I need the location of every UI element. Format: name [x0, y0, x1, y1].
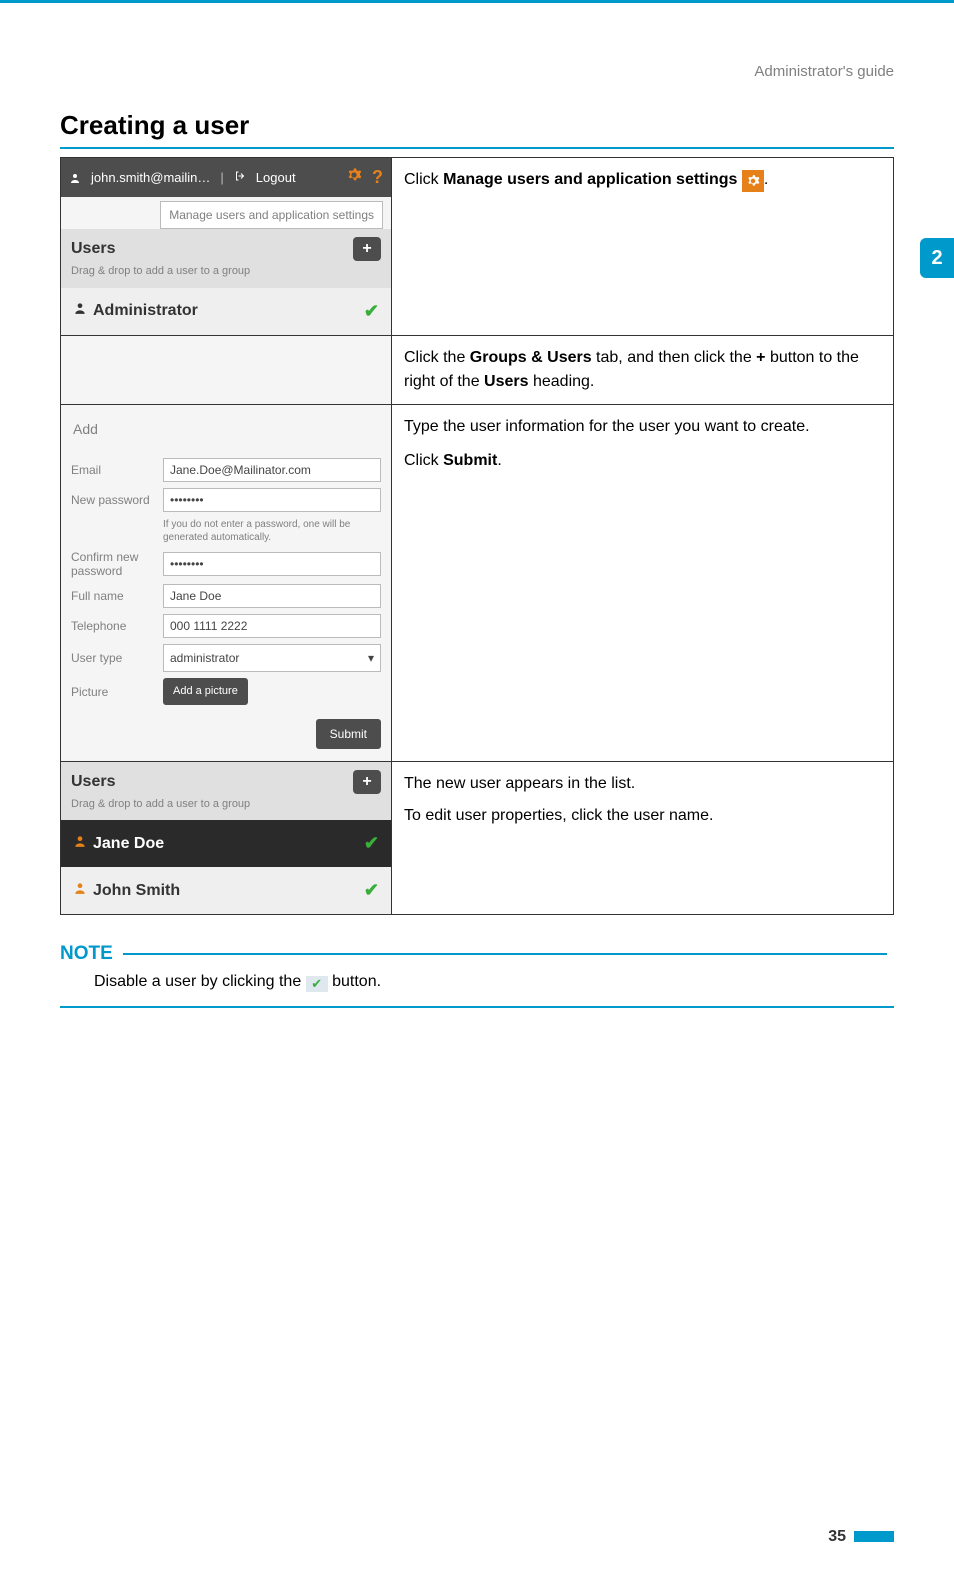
newpw-field[interactable]: [163, 488, 381, 512]
email-field[interactable]: [163, 458, 381, 482]
topbar-user: john.smith@mailin…: [91, 168, 210, 188]
add-picture-button[interactable]: Add a picture: [163, 678, 248, 705]
confirm-label: Confirm new password: [71, 550, 163, 579]
title-rule: [60, 147, 894, 149]
user-name-label: Administrator: [93, 299, 198, 323]
step4-text: The new user appears in the list. To edi…: [392, 761, 894, 915]
add-user-button[interactable]: +: [353, 237, 381, 261]
gear-icon: [742, 170, 764, 192]
note-body: Disable a user by clicking the ✔ button.: [60, 965, 894, 1006]
usertype-select[interactable]: administrator ▾: [163, 644, 381, 672]
steps-table: john.smith@mailin… | Logout ? Manage use…: [60, 157, 894, 915]
newpw-label: New password: [71, 491, 163, 509]
user-icon: [73, 832, 87, 856]
user-name-label: John Smith: [93, 879, 180, 903]
app-topbar: john.smith@mailin… | Logout ?: [61, 158, 391, 197]
settings-tooltip: Manage users and application settings: [160, 201, 383, 229]
checkmark-icon: ✔: [306, 976, 328, 992]
page-number: 35: [60, 1528, 894, 1546]
users-header: Users Drag & drop to add a user to a gro…: [61, 762, 391, 821]
step2-text: Click the Groups & Users tab, and then c…: [392, 335, 894, 404]
user-row-admin[interactable]: Administrator ✔: [61, 288, 391, 335]
submit-button[interactable]: Submit: [316, 719, 381, 749]
telephone-field[interactable]: [163, 614, 381, 638]
user-row-jane[interactable]: Jane Doe ✔: [61, 820, 391, 867]
user-icon: [73, 299, 87, 323]
users-hint: Drag & drop to add a user to a group: [71, 796, 250, 813]
gear-icon[interactable]: [346, 167, 362, 189]
users-header: Users Drag & drop to add a user to a gro…: [61, 229, 391, 288]
add-user-button[interactable]: +: [353, 770, 381, 794]
step1-text: Click Manage users and application setti…: [392, 158, 894, 336]
users-hint: Drag & drop to add a user to a group: [71, 263, 250, 280]
checkmark-icon[interactable]: ✔: [364, 877, 379, 904]
logout-icon: [234, 168, 246, 188]
users-title: Users: [71, 237, 250, 261]
step3-screenshot: Add Email New password If you do not ent…: [61, 404, 392, 761]
note-rule: [60, 1006, 894, 1008]
add-form-title: Add: [71, 411, 381, 452]
note-heading: NOTE: [60, 943, 894, 965]
step1-screenshot: john.smith@mailin… | Logout ? Manage use…: [61, 158, 392, 336]
doc-header: Administrator's guide: [60, 3, 894, 80]
user-icon: [73, 879, 87, 903]
section-tab: 2: [920, 238, 954, 278]
user-row-john[interactable]: John Smith ✔: [61, 867, 391, 914]
telephone-label: Telephone: [71, 617, 163, 635]
fullname-field[interactable]: [163, 584, 381, 608]
user-name-label: Jane Doe: [93, 832, 164, 856]
picture-label: Picture: [71, 683, 163, 701]
step3-text: Type the user information for the user y…: [392, 404, 894, 761]
checkmark-icon[interactable]: ✔: [364, 830, 379, 857]
checkmark-icon[interactable]: ✔: [364, 298, 379, 325]
pw-hint: If you do not enter a password, one will…: [163, 518, 381, 544]
step4-screenshot: Users Drag & drop to add a user to a gro…: [61, 761, 392, 915]
usertype-value: administrator: [170, 649, 239, 667]
confirm-field[interactable]: [163, 552, 381, 576]
usertype-label: User type: [71, 649, 163, 667]
page-title: Creating a user: [60, 110, 894, 141]
fullname-label: Full name: [71, 587, 163, 605]
help-icon[interactable]: ?: [372, 164, 383, 191]
chevron-down-icon: ▾: [368, 649, 374, 667]
logout-label[interactable]: Logout: [256, 168, 296, 188]
users-title: Users: [71, 770, 250, 794]
step2-screenshot: [61, 335, 392, 404]
email-label: Email: [71, 461, 163, 479]
user-icon: [69, 168, 81, 188]
